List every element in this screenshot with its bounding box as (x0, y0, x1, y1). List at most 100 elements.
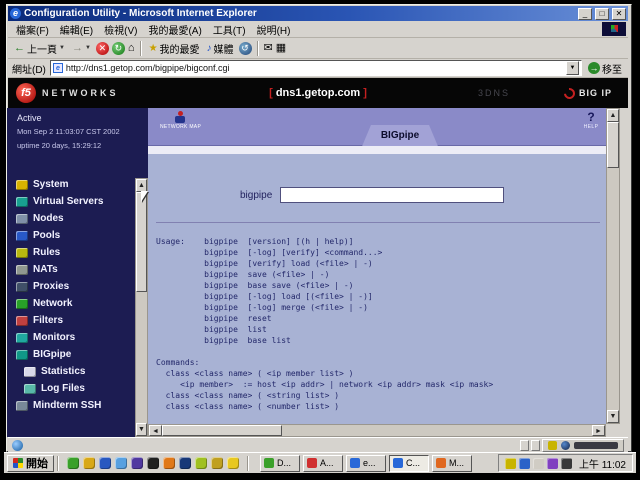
menu-item[interactable]: 說明(H) (252, 21, 296, 38)
close-button[interactable]: ✕ (612, 7, 626, 20)
statusbar-panel (531, 439, 540, 451)
scroll-left-button[interactable]: ◄ (149, 425, 162, 436)
sidebar-item[interactable]: System (7, 176, 137, 193)
tray-icon-4[interactable] (546, 457, 558, 469)
help-button[interactable]: ? HELP (576, 111, 606, 131)
back-label: 上一頁 (27, 44, 57, 56)
mindterm-ssh-icon (16, 400, 28, 411)
quicklaunch-icon-6[interactable] (147, 457, 159, 469)
brand-header: f5 NETWORKS [ dns1.getop.com ] 3DNS BIG … (8, 78, 628, 108)
tray-icon-5[interactable] (560, 457, 572, 469)
menu-item[interactable]: 編輯(E) (55, 21, 98, 38)
sidebar-item[interactable]: Log Files (7, 380, 137, 397)
menu-item[interactable]: 檢視(V) (99, 21, 142, 38)
quicklaunch-icon-4[interactable] (115, 457, 127, 469)
tray-volume-icon[interactable] (504, 457, 516, 469)
taskbar-window-button[interactable]: D... (260, 454, 300, 472)
back-button[interactable]: ← 上一頁 ▼ (12, 40, 67, 57)
sidebar-scrollbar[interactable]: ▲ ▼ (135, 178, 148, 437)
print-button[interactable]: ▦ (276, 42, 286, 55)
command-line: Commands: (156, 358, 200, 367)
sidebar-item[interactable]: Statistics (7, 363, 137, 380)
sidebar-menu: System Virtual Servers Nodes Pools Rules… (7, 176, 137, 414)
minimize-button[interactable]: _ (578, 7, 592, 20)
quicklaunch-icon-8[interactable] (179, 457, 191, 469)
quicklaunch-icon-2[interactable] (83, 457, 95, 469)
network-map-button[interactable]: NETWORK MAP (160, 111, 202, 130)
forward-dropdown-icon[interactable]: ▼ (85, 45, 91, 51)
media-button[interactable]: ♪ 媒體 (205, 40, 236, 57)
sidebar-item[interactable]: Network (7, 295, 137, 312)
menu-item[interactable]: 工具(T) (208, 21, 251, 38)
window-app-icon (350, 458, 360, 468)
history-button[interactable]: ↺ (238, 41, 252, 55)
scroll-right-button[interactable]: ► (592, 425, 605, 436)
taskbar-window-button[interactable]: M... (432, 454, 472, 472)
address-dropdown-button[interactable]: ▼ (566, 61, 579, 75)
sidebar-item[interactable]: Monitors (7, 329, 137, 346)
quicklaunch-icon-9[interactable] (195, 457, 207, 469)
scrollbar-thumb[interactable] (607, 122, 619, 168)
quicklaunch-icon-11[interactable] (227, 457, 239, 469)
status-bar (8, 437, 628, 452)
stop-button[interactable]: ✕ (95, 41, 109, 55)
quicklaunch-icon-5[interactable] (131, 457, 143, 469)
menu-item[interactable]: 我的最愛(A) (143, 21, 206, 38)
forward-button[interactable]: → ▼ (70, 41, 93, 55)
monitors-icon (16, 332, 28, 343)
favorites-button[interactable]: ★ 我的最愛 (147, 40, 202, 57)
maximize-button[interactable]: □ (595, 7, 609, 20)
floating-app-bar[interactable] (542, 438, 624, 452)
sidebar-item[interactable]: Proxies (7, 278, 137, 295)
taskbar-window-button[interactable]: A... (303, 454, 343, 472)
title-bar[interactable]: e Configuration Utility - Microsoft Inte… (8, 6, 628, 21)
sidebar-item[interactable]: Nodes (7, 210, 137, 227)
address-input-box[interactable]: e ▼ (49, 60, 582, 76)
scroll-down-button[interactable]: ▼ (607, 410, 619, 423)
network-map-label: NETWORK MAP (160, 124, 202, 130)
sidebar-item[interactable]: BIGpipe (7, 346, 137, 363)
scrollbar-thumb[interactable] (136, 192, 147, 292)
taskbar-window-button[interactable]: e... (346, 454, 386, 472)
sidebar-item[interactable]: NATs (7, 261, 137, 278)
floating-app-icon-2[interactable] (561, 440, 570, 450)
home-button[interactable]: ⌂ (128, 42, 135, 55)
tray-icon-3[interactable] (532, 457, 544, 469)
quicklaunch-icon-1[interactable] (67, 457, 79, 469)
scroll-down-button[interactable]: ▼ (136, 423, 147, 436)
back-dropdown-icon[interactable]: ▼ (59, 45, 65, 51)
content-horizontal-scrollbar[interactable]: ◄ ► (148, 424, 606, 437)
start-button[interactable]: 開始 (7, 454, 54, 472)
scroll-up-button[interactable]: ▲ (607, 109, 619, 122)
floating-app-icon-1[interactable] (548, 440, 557, 450)
quicklaunch-icon-7[interactable] (163, 457, 175, 469)
address-input[interactable] (65, 63, 563, 73)
sidebar-item[interactable]: Mindterm SSH (7, 397, 137, 414)
sidebar-item[interactable]: Virtual Servers (7, 193, 137, 210)
tray-icon-2[interactable] (518, 457, 530, 469)
go-button[interactable]: → 移至 (586, 60, 624, 77)
sidebar-item-label: Proxies (33, 281, 70, 292)
system-tray: 上午 11:02 (497, 454, 633, 472)
quicklaunch-icon-10[interactable] (211, 457, 223, 469)
bigpipe-command-input[interactable] (280, 187, 505, 203)
mail-button[interactable]: ✉ (264, 42, 273, 55)
menu-item[interactable]: 檔案(F) (11, 21, 54, 38)
menu-bar: 檔案(F) 編輯(E) 檢視(V) 我的最愛(A) 工具(T) 說明(H) (8, 21, 628, 38)
taskbar-window-button[interactable]: C... (389, 454, 429, 472)
f5-logo-icon: f5 (16, 83, 36, 103)
sidebar-item[interactable]: Pools (7, 227, 137, 244)
command-line: class <class name> ( <number list> ) (156, 402, 340, 411)
tab-baseline-strip (148, 146, 606, 154)
media-note-icon: ♪ (206, 42, 212, 54)
quicklaunch-icon-3[interactable] (99, 457, 111, 469)
scrollbar-thumb[interactable] (162, 425, 282, 436)
sidebar-item-label: Nodes (33, 213, 64, 224)
sidebar-item[interactable]: Rules (7, 244, 137, 261)
window-button-label: D... (277, 458, 292, 468)
toolbar-separator (139, 40, 142, 56)
command-line: class <class name> ( <ip member list> ) (156, 369, 354, 378)
refresh-button[interactable]: ↻ (111, 41, 125, 55)
sidebar-item[interactable]: Filters (7, 312, 137, 329)
content-vertical-scrollbar[interactable]: ▲ ▼ (606, 108, 620, 424)
